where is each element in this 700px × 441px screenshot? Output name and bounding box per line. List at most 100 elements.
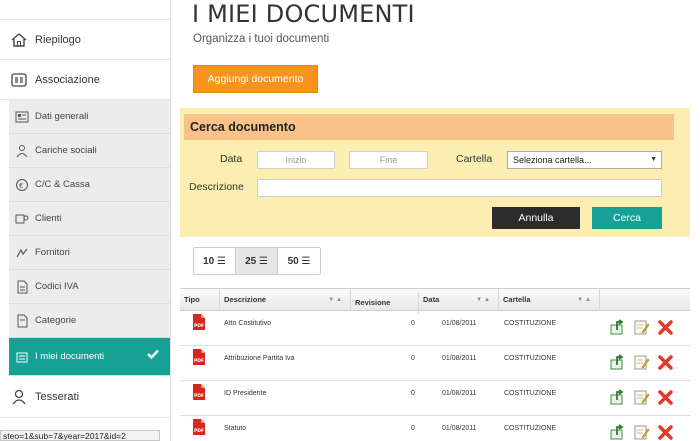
folder-select-value: Seleziona cartella...: [513, 155, 592, 165]
cell-date: 01/08/2011: [442, 355, 477, 362]
suppliers-icon: [14, 245, 30, 261]
sidebar-subitem-fornitori[interactable]: Fornitori: [9, 236, 170, 270]
sidebar-subitem-cariche-sociali[interactable]: Cariche sociali: [9, 134, 170, 168]
cancel-button[interactable]: Annulla: [492, 207, 580, 229]
sidebar-item-riepilogo[interactable]: Riepilogo: [0, 20, 170, 60]
sidebar-subitem-clienti[interactable]: Clienti: [9, 202, 170, 236]
column-header-data[interactable]: Data ▼▲: [419, 289, 499, 311]
sidebar-item-associazione[interactable]: Associazione: [0, 60, 170, 100]
sidebar-subitem-label: C/C & Cassa: [35, 179, 90, 190]
search-panel-header: Cerca documento: [184, 114, 674, 140]
delete-icon[interactable]: [656, 318, 674, 336]
folder-select[interactable]: Seleziona cartella... ▼: [507, 151, 662, 169]
column-label: Descrizione: [224, 295, 267, 304]
cell-description: Statuto: [224, 425, 247, 432]
pdf-icon[interactable]: PDF: [192, 383, 206, 417]
clients-icon: [14, 211, 30, 227]
add-document-button[interactable]: Aggiungi documento: [193, 65, 318, 93]
categories-icon: [14, 313, 30, 329]
cell-description: Attribuzione Partita Iva: [224, 355, 295, 362]
page-size-10[interactable]: 10 ☰: [194, 248, 236, 274]
delete-icon[interactable]: [656, 353, 674, 371]
sidebar-subitem-label: I miei documenti: [35, 351, 105, 362]
tax-code-icon: [14, 279, 30, 295]
pdf-icon[interactable]: PDF: [192, 418, 206, 441]
member-icon: [9, 387, 29, 407]
column-label: Revisione: [355, 298, 391, 307]
association-icon: [9, 70, 29, 90]
bank-icon: €: [14, 177, 30, 193]
page-size-50[interactable]: 50 ☰: [278, 248, 320, 274]
sidebar-subitem-dati-generali[interactable]: Dati generali: [9, 100, 170, 134]
sidebar-subitem-label: Codici IVA: [35, 281, 79, 292]
description-label: Descrizione: [189, 181, 244, 193]
table-row: PDF ID Presidente 0 01/08/2011 COSTITUZI…: [180, 381, 690, 416]
download-icon[interactable]: [608, 353, 626, 371]
sort-icon[interactable]: ▼▲: [328, 289, 344, 311]
column-header-tipo[interactable]: Tipo: [180, 289, 220, 311]
edit-icon[interactable]: [632, 353, 650, 371]
sidebar-subitem-codici-iva[interactable]: Codici IVA: [9, 270, 170, 304]
cell-revision: 0: [411, 320, 415, 327]
row-actions: [608, 318, 674, 336]
cell-revision: 0: [411, 390, 415, 397]
svg-text:PDF: PDF: [194, 428, 204, 434]
search-button[interactable]: Cerca: [592, 207, 662, 229]
download-icon[interactable]: [608, 423, 626, 441]
chevron-down-icon: ▼: [650, 156, 657, 163]
cell-folder: COSTITUZIONE: [504, 320, 557, 327]
page-subtitle: Organizza i tuoi documenti: [193, 33, 330, 45]
sidebar-item-label: Tesserati: [35, 390, 80, 403]
folder-label: Cartella: [456, 153, 493, 165]
row-actions: [608, 423, 674, 441]
sidebar-subitem-cc-cassa[interactable]: € C/C & Cassa: [9, 168, 170, 202]
column-header-actions: [600, 289, 690, 311]
delete-icon[interactable]: [656, 388, 674, 406]
download-icon[interactable]: [608, 318, 626, 336]
sidebar-item-label: Associazione: [35, 73, 100, 86]
row-actions: [608, 353, 674, 371]
edit-icon[interactable]: [632, 423, 650, 441]
page-size-label: 50: [287, 255, 299, 267]
sort-icon[interactable]: ▼▲: [577, 289, 593, 311]
page-size-25[interactable]: 25 ☰: [236, 248, 278, 274]
people-icon: [14, 143, 30, 159]
pdf-icon[interactable]: PDF: [192, 348, 206, 382]
sidebar-subitem-categorie[interactable]: Categorie: [9, 304, 170, 338]
checkmark-icon: [146, 347, 160, 364]
svg-text:PDF: PDF: [194, 358, 204, 364]
status-bar-url: steo=1&sub=7&year=2017&id=2: [0, 430, 160, 441]
end-date-input[interactable]: Fine: [349, 151, 428, 169]
pdf-icon[interactable]: PDF: [192, 313, 206, 347]
sidebar-subitem-label: Cariche sociali: [35, 145, 97, 156]
home-icon: [9, 30, 29, 50]
description-input[interactable]: [257, 179, 662, 197]
sidebar-item-tesserati[interactable]: Tesserati: [0, 376, 170, 418]
list-icon: ☰: [216, 255, 226, 267]
delete-icon[interactable]: [656, 423, 674, 441]
column-header-cartella[interactable]: Cartella ▼▲: [499, 289, 600, 311]
column-header-descrizione[interactable]: Descrizione ▼▲: [220, 289, 351, 311]
page-title: I MIEI DOCUMENTI: [192, 0, 415, 28]
row-actions: [608, 388, 674, 406]
sidebar-top-spacer: [0, 0, 170, 20]
data-icon: [14, 109, 30, 125]
edit-icon[interactable]: [632, 318, 650, 336]
sort-icon[interactable]: ▼▲: [476, 289, 492, 311]
table-body: PDF Atto Costitutivo 0 01/08/2011 COSTIT…: [180, 311, 690, 441]
start-date-input[interactable]: Inizio: [257, 151, 335, 169]
page-size-label: 25: [245, 255, 257, 267]
download-icon[interactable]: [608, 388, 626, 406]
svg-text:PDF: PDF: [194, 323, 204, 329]
sidebar-subitem-label: Dati generali: [35, 111, 89, 122]
edit-icon[interactable]: [632, 388, 650, 406]
list-icon: ☰: [258, 255, 268, 267]
sidebar-subitem-i-miei-documenti[interactable]: I miei documenti: [9, 338, 170, 376]
main-content: I MIEI DOCUMENTI Organizza i tuoi docume…: [180, 0, 690, 441]
cell-folder: COSTITUZIONE: [504, 390, 557, 397]
sidebar: Riepilogo Associazione Dati generali Car…: [0, 0, 171, 441]
date-label: Data: [220, 153, 243, 165]
cell-date: 01/08/2011: [442, 320, 477, 327]
sidebar-subitem-label: Clienti: [35, 213, 62, 224]
cell-folder: COSTITUZIONE: [504, 355, 557, 362]
